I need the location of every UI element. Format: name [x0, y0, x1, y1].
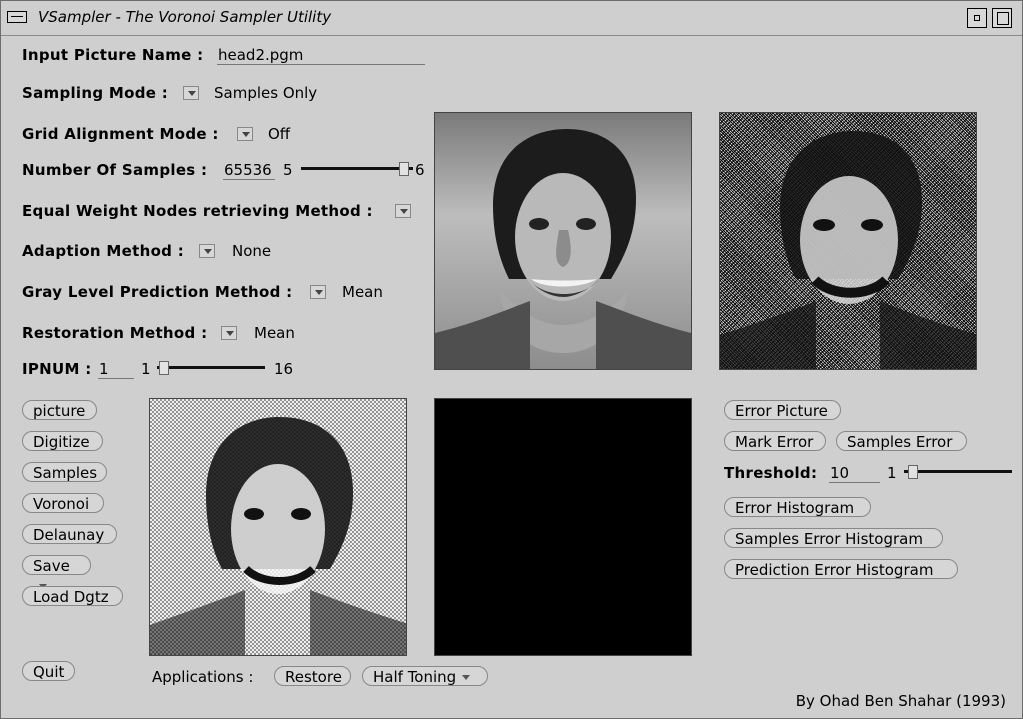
- error-histogram-button[interactable]: Error Histogram: [724, 497, 871, 517]
- grid-alignment-mode-label: Grid Alignment Mode :: [22, 125, 219, 143]
- main-window: VSampler - The Voronoi Sampler Utility I…: [0, 0, 1023, 719]
- quit-button[interactable]: Quit: [22, 661, 75, 681]
- sampled-image: [719, 112, 977, 370]
- sampling-mode-value: Samples Only: [214, 84, 318, 102]
- number-of-samples-label: Number Of Samples :: [22, 161, 208, 179]
- voronoi-button[interactable]: Voronoi: [22, 493, 104, 513]
- number-of-samples-max: 6: [415, 161, 425, 179]
- gray-level-prediction-method-label: Gray Level Prediction Method :: [22, 283, 293, 301]
- restoration-method-dropdown[interactable]: [221, 326, 237, 340]
- input-picture-name-field[interactable]: head2.pgm: [217, 46, 425, 65]
- applications-label: Applications :: [152, 668, 254, 686]
- sampling-mode-dropdown[interactable]: [183, 86, 199, 100]
- gray-level-prediction-method-dropdown[interactable]: [310, 285, 326, 299]
- threshold-slider-thumb[interactable]: [908, 465, 918, 479]
- adaption-method-value: None: [232, 242, 272, 260]
- window-title: VSampler - The Voronoi Sampler Utility: [38, 8, 332, 26]
- sampled-portrait-image: [720, 131, 976, 369]
- threshold-slider[interactable]: [904, 470, 1012, 473]
- threshold-label: Threshold:: [724, 464, 818, 482]
- number-of-samples-min: 5: [283, 161, 293, 179]
- ipnum-field[interactable]: 1: [98, 360, 134, 379]
- ipnum-min: 1: [141, 360, 151, 378]
- samples-error-button[interactable]: Samples Error: [836, 431, 967, 451]
- restoration-method-value: Mean: [254, 324, 295, 342]
- input-picture-name-label: Input Picture Name :: [22, 46, 204, 64]
- half-toning-button-label: Half Toning: [373, 668, 457, 686]
- portrait-image: [435, 113, 691, 369]
- window-menu-icon[interactable]: [7, 11, 27, 23]
- result-image: [434, 398, 692, 656]
- number-of-samples-field[interactable]: 65536: [223, 161, 275, 180]
- equal-weight-method-label: Equal Weight Nodes retrieving Method :: [22, 202, 373, 220]
- adaption-method-dropdown[interactable]: [199, 244, 215, 258]
- ipnum-label: IPNUM :: [22, 360, 92, 378]
- chevron-down-icon: [462, 675, 471, 680]
- mark-error-button[interactable]: Mark Error: [724, 431, 826, 451]
- ipnum-slider-thumb[interactable]: [159, 361, 169, 375]
- restoration-method-label: Restoration Method :: [22, 324, 208, 342]
- threshold-min: 1: [887, 464, 897, 482]
- title-bar: VSampler - The Voronoi Sampler Utility: [1, 1, 1022, 36]
- ipnum-max: 16: [274, 360, 294, 378]
- footer-credit: By Ohad Ben Shahar (1993): [795, 692, 1006, 710]
- delaunay-button[interactable]: Delaunay: [22, 524, 117, 544]
- minimize-icon[interactable]: [967, 8, 987, 28]
- grid-alignment-mode-dropdown[interactable]: [237, 127, 253, 141]
- grid-alignment-mode-value: Off: [268, 125, 291, 143]
- samples-error-histogram-button[interactable]: Samples Error Histogram: [724, 528, 943, 548]
- maximize-icon[interactable]: [992, 8, 1012, 28]
- sampling-mode-label: Sampling Mode :: [22, 84, 169, 102]
- original-image: [434, 112, 692, 370]
- number-of-samples-slider[interactable]: [301, 167, 413, 170]
- error-picture-button[interactable]: Error Picture: [724, 400, 841, 420]
- adaption-method-label: Adaption Method :: [22, 242, 185, 260]
- picture-button[interactable]: picture: [22, 400, 97, 420]
- save-button-label: Save: [33, 557, 70, 575]
- equal-weight-method-dropdown[interactable]: [395, 204, 411, 218]
- restore-button[interactable]: Restore: [274, 666, 351, 686]
- samples-portrait-image: [150, 399, 406, 655]
- gray-level-prediction-method-value: Mean: [342, 283, 383, 301]
- digitize-button[interactable]: Digitize: [22, 431, 103, 451]
- number-of-samples-slider-thumb[interactable]: [399, 162, 409, 176]
- save-button[interactable]: Save: [22, 555, 91, 589]
- load-dgtz-button[interactable]: Load Dgtz: [22, 586, 123, 606]
- samples-button[interactable]: Samples: [22, 462, 107, 482]
- ipnum-slider[interactable]: [157, 366, 265, 369]
- prediction-error-histogram-button[interactable]: Prediction Error Histogram: [724, 559, 958, 579]
- threshold-field[interactable]: 10: [829, 464, 880, 483]
- half-toning-button[interactable]: Half Toning: [362, 666, 488, 686]
- samples-image: [149, 398, 407, 656]
